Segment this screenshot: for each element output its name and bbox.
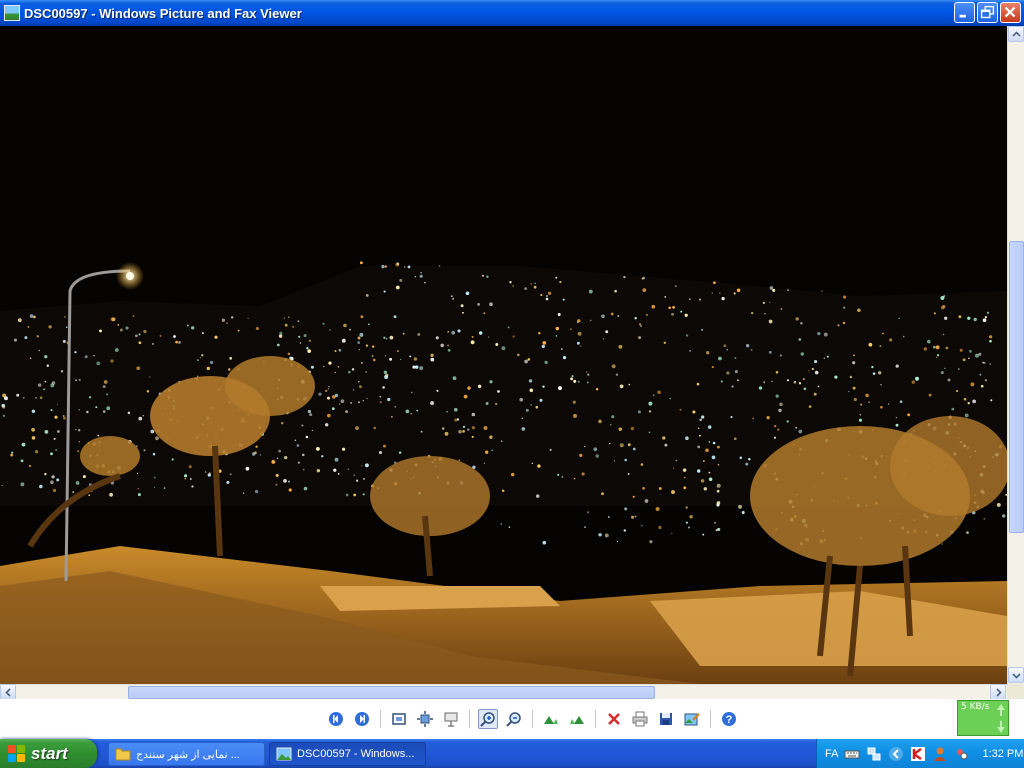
minimize-icon (959, 14, 966, 18)
toolbar-separator (380, 710, 381, 728)
image-viewport[interactable] (0, 26, 1007, 684)
taskbar: start نمایی از شهر سنندج ... DSC00597 - … (0, 739, 1024, 768)
previous-image-icon (329, 712, 343, 726)
toolbar-separator (595, 710, 596, 728)
network-speed-label: 5 KB/s (961, 702, 990, 712)
network-speed-meter[interactable]: 5 KB/s (957, 700, 1009, 736)
antivirus-icon[interactable] (910, 746, 926, 762)
window-title: DSC00597 - Windows Picture and Fax Viewe… (24, 5, 302, 21)
system-tray: FA 1:32 PM (816, 739, 1024, 768)
start-button[interactable]: start (0, 739, 97, 768)
restore-icon (980, 5, 995, 19)
close-button[interactable] (1000, 2, 1021, 23)
help-button[interactable]: ? (719, 709, 739, 729)
print-button[interactable] (630, 709, 650, 729)
network-icon[interactable] (866, 746, 882, 762)
picture-viewer-icon (276, 747, 292, 761)
windows-logo-icon (8, 744, 26, 763)
slideshow-icon (444, 712, 458, 727)
rotate-counterclockwise-button[interactable] (567, 709, 587, 729)
user-status-icon[interactable] (932, 746, 948, 762)
restore-button[interactable] (977, 2, 998, 23)
chevron-right-icon (996, 688, 1002, 697)
displayed-photo (0, 26, 1007, 684)
toolbar-separator (532, 710, 533, 728)
scrollbar-corner (1007, 684, 1024, 699)
chevron-up-icon (1012, 31, 1021, 37)
vertical-scroll-thumb[interactable] (1009, 241, 1024, 533)
start-label: start (31, 743, 68, 763)
language-indicator[interactable]: FA (825, 748, 838, 760)
slideshow-button[interactable] (441, 709, 461, 729)
previous-image-button[interactable] (326, 709, 346, 729)
taskbar-item-picture-viewer[interactable]: DSC00597 - Windows... (269, 742, 426, 766)
folder-icon (115, 748, 131, 761)
scroll-up-button[interactable] (1008, 26, 1024, 42)
edit-icon (684, 713, 700, 726)
chevron-left-icon[interactable] (888, 746, 904, 762)
scroll-right-button[interactable] (990, 684, 1006, 700)
scroll-left-button[interactable] (0, 684, 16, 700)
picture-viewer-icon (4, 5, 20, 21)
chevron-left-icon (5, 688, 11, 697)
viewer-toolbar: ? (0, 699, 1024, 739)
scroll-down-button[interactable] (1008, 667, 1024, 683)
rotate-clockwise-icon (544, 716, 558, 724)
horizontal-scroll-thumb[interactable] (128, 686, 655, 699)
zoom-out-button[interactable] (504, 709, 524, 729)
title-bar[interactable]: DSC00597 - Windows Picture and Fax Viewe… (0, 0, 1024, 26)
zoom-in-button[interactable] (478, 709, 498, 729)
close-icon (1004, 6, 1016, 18)
toolbar-separator (710, 710, 711, 728)
taskbar-item-label: DSC00597 - Windows... (297, 748, 415, 760)
actual-size-button[interactable] (415, 709, 435, 729)
horizontal-scrollbar[interactable] (0, 684, 1007, 700)
rotate-clockwise-button[interactable] (541, 709, 561, 729)
toolbar-separator (469, 710, 470, 728)
vertical-scrollbar[interactable] (1007, 26, 1024, 684)
rotate-counterclockwise-icon (570, 716, 584, 724)
next-image-icon (355, 712, 369, 726)
clock[interactable]: 1:32 PM (982, 748, 1023, 760)
download-arrow-icon (997, 721, 1005, 733)
help-icon: ? (722, 712, 736, 726)
delete-button[interactable] (604, 709, 624, 729)
save-button[interactable] (656, 709, 676, 729)
delete-icon (608, 713, 620, 725)
best-fit-button[interactable] (389, 709, 409, 729)
zoom-in-icon (480, 712, 495, 727)
next-image-button[interactable] (352, 709, 372, 729)
messenger-icon[interactable] (954, 746, 970, 762)
edit-button[interactable] (682, 709, 702, 729)
chevron-down-icon (1012, 673, 1021, 679)
keyboard-icon[interactable] (844, 746, 860, 762)
actual-size-icon (417, 711, 433, 727)
minimize-button[interactable] (954, 2, 975, 23)
taskbar-item-label: نمایی از شهر سنندج ... (136, 748, 240, 761)
print-icon (632, 711, 648, 727)
best-fit-icon (392, 713, 406, 725)
upload-arrow-icon (997, 704, 1005, 716)
zoom-out-icon (506, 712, 521, 727)
save-icon (660, 713, 672, 725)
svg-text:?: ? (726, 714, 733, 726)
taskbar-item-folder[interactable]: نمایی از شهر سنندج ... (108, 742, 265, 766)
